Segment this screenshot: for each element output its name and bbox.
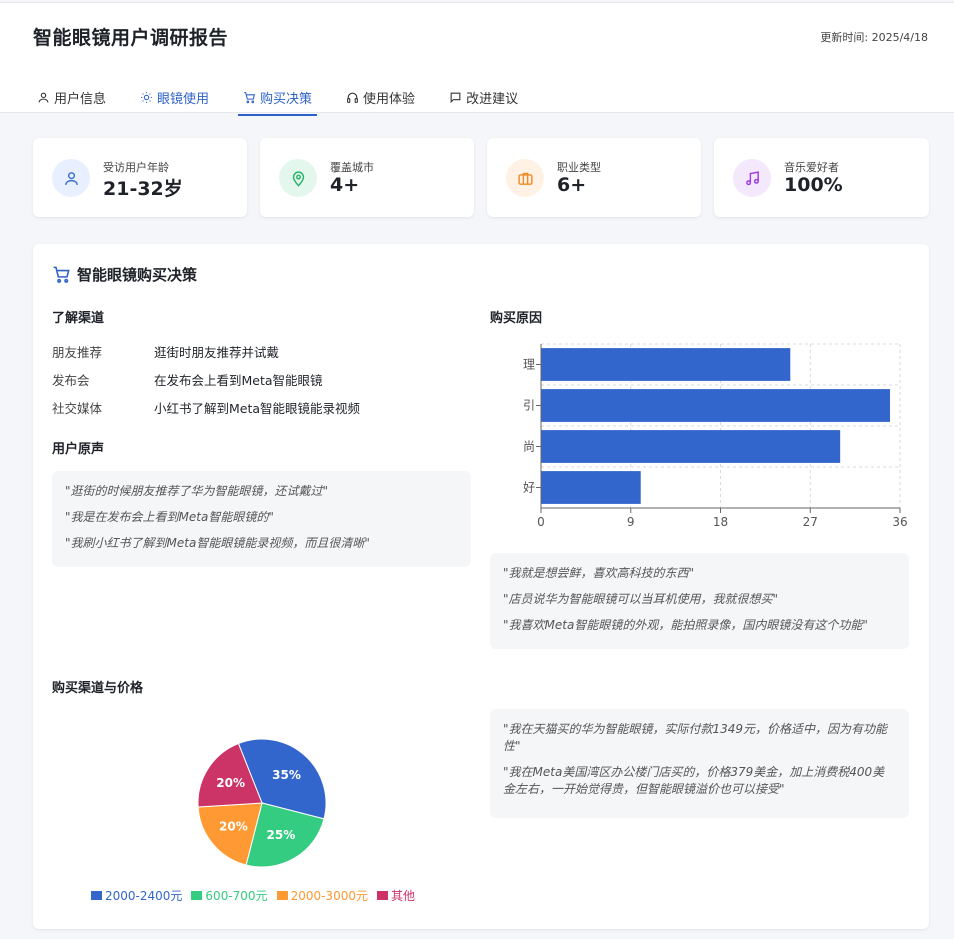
headphones-icon [347,92,358,103]
page-title: 智能眼镜用户调研报告 [33,27,229,49]
legend-item[interactable]: 2000-2400元 [91,887,182,904]
tab-suggestions[interactable]: 改进建议 [447,79,520,115]
music-icon [733,159,771,197]
quote: "逛街的时候朋友推荐了华为智能眼镜，还试戴过" [65,484,329,498]
stat-card-occupations: 职业类型 6+ [487,138,701,217]
bar [541,348,791,381]
x-tick-label: 18 [713,515,728,529]
tab-label: 购买决策 [260,91,313,107]
channels-heading: 了解渠道 [52,311,105,326]
y-tick-label: 尝鲜心理 [487,357,535,372]
pie-value-label: 20% [216,776,245,790]
bar [541,389,891,422]
y-tick-label: 品牌偏好 [487,480,535,495]
pie-value-label: 20% [219,820,248,834]
stat-value: 100% [784,174,843,196]
channel-value: 在发布会上看到Meta智能眼镜 [154,373,323,388]
stat-label: 音乐爱好者 [784,161,839,174]
sun-icon [141,91,152,103]
quote: "我在Meta美国湾区办公楼门店买的，价格379美金，加上消费税400美金左右，… [503,765,885,796]
message-icon [450,92,461,103]
x-tick-label: 36 [892,515,907,529]
stat-value: 6+ [557,174,587,196]
tab-label: 用户信息 [54,91,107,107]
channel-row: 发布会 在发布会上看到Meta智能眼镜 [52,370,323,389]
stat-value: 4+ [330,174,360,196]
stat-card-music: 音乐爱好者 100% [714,138,929,217]
x-tick-label: 0 [537,515,545,529]
channel-key: 朋友推荐 [52,345,103,360]
legend-swatch [376,891,388,900]
legend-item[interactable]: 其他 [376,887,415,904]
stat-card-cities: 覆盖城市 4+ [260,138,474,217]
y-tick-label: 外观时尚 [487,440,535,454]
price-quotes-box: "我在天猫买的华为智能眼镜，实际付款1349元，价格适中，因为有功能性" "我在… [490,709,909,818]
y-tick-label: 功能吸引 [487,399,535,413]
legend-item[interactable]: 2000-3000元 [276,887,368,904]
tab-purchase-decision[interactable]: 购买决策 [238,79,318,116]
panel-title-text: 智能眼镜购买决策 [77,266,198,284]
legend-label: 其他 [390,889,415,903]
pie-value-label: 35% [272,768,301,782]
legend-label: 2000-2400元 [105,889,183,903]
legend-item[interactable]: 600-700元 [191,887,268,904]
header: 智能眼镜用户调研报告 更新时间: 2025/4/18 用户信息 眼镜使用 购买决… [0,2,954,116]
quote: "店员说华为智能眼镜可以当耳机使用，我就很想买" [503,592,779,606]
panel-title: 智能眼镜购买决策 [52,264,197,285]
stat-label: 职业类型 [557,161,601,174]
stat-label: 受访用户年龄 [103,161,169,174]
bar [541,430,841,463]
updated-time: 更新时间: 2025/4/18 [820,31,928,44]
map-pin-icon [279,159,317,197]
tab-label: 改进建议 [466,91,519,107]
quote: "我在天猫买的华为智能眼镜，实际付款1349元，价格适中，因为有功能性" [503,722,888,753]
tab-user-info[interactable]: 用户信息 [35,79,108,115]
channel-value: 小红书了解到Meta智能眼镜能录视频 [154,401,361,416]
legend-label: 2000-3000元 [290,889,368,903]
stat-card-age: 受访用户年龄 21-32岁 [33,138,247,217]
x-tick-label: 27 [803,515,818,529]
channel-key: 社交媒体 [52,401,103,416]
price-heading: 购买渠道与价格 [52,681,144,696]
pie-legend: 2000-2400元 600-700元 2000-3000元 其他 [91,887,424,904]
x-tick-label: 9 [627,515,635,529]
cart-icon [53,266,70,283]
bar [541,471,641,504]
purchase-decision-panel: 智能眼镜购买决策 了解渠道 朋友推荐 逛街时朋友推荐并试戴 发布会 在发布会上看… [33,244,929,929]
reason-quotes-box: "我就是想尝鲜，喜欢高科技的东西" "店员说华为智能眼镜可以当耳机使用，我就很想… [490,553,909,649]
voices-heading: 用户原声 [52,442,105,457]
stat-value: 21-32岁 [103,178,183,200]
quote: "我就是想尝鲜，喜欢高科技的东西" [503,566,695,580]
legend-swatch [191,891,203,900]
quote: "我刷小红书了解到Meta智能眼镜能录视频，而且很清晰" [65,536,370,550]
tab-label: 眼镜使用 [157,91,210,107]
purchase-reasons-chart: 0 9 18 27 36 尝鲜心理功能吸引外观时尚品牌偏好 [487,343,908,529]
user-icon [52,159,90,197]
user-voices-box: "逛街的时候朋友推荐了华为智能眼镜，还试戴过" "我是在发布会上看到Meta智能… [52,471,471,567]
legend-swatch [91,891,102,900]
stat-label: 覆盖城市 [330,161,374,174]
purchase-channel-pie-chart: 35% 25% 20% 20% [197,738,327,868]
cart-icon [244,91,256,103]
tab-user-experience[interactable]: 使用体验 [344,79,417,115]
user-icon [38,92,49,102]
quote: "我是在发布会上看到Meta智能眼镜的" [65,510,274,524]
quote: "我喜欢Meta智能眼镜的外观，能拍照录像，国内眼镜没有这个功能" [503,618,868,632]
pie-value-label: 25% [267,828,296,842]
tab-bar: 用户信息 眼镜使用 购买决策 使用体验 改进建议 [35,79,550,116]
legend-swatch [276,891,288,900]
legend-label: 600-700元 [205,889,268,903]
channel-row: 社交媒体 小红书了解到Meta智能眼镜能录视频 [52,398,360,417]
tab-label: 使用体验 [363,91,416,107]
channel-key: 发布会 [52,373,90,388]
channel-row: 朋友推荐 逛街时朋友推荐并试戴 [52,342,279,361]
reasons-heading: 购买原因 [490,311,543,326]
channel-value: 逛街时朋友推荐并试戴 [154,345,280,360]
tab-glasses-usage[interactable]: 眼镜使用 [138,79,211,115]
briefcase-icon [506,159,544,197]
